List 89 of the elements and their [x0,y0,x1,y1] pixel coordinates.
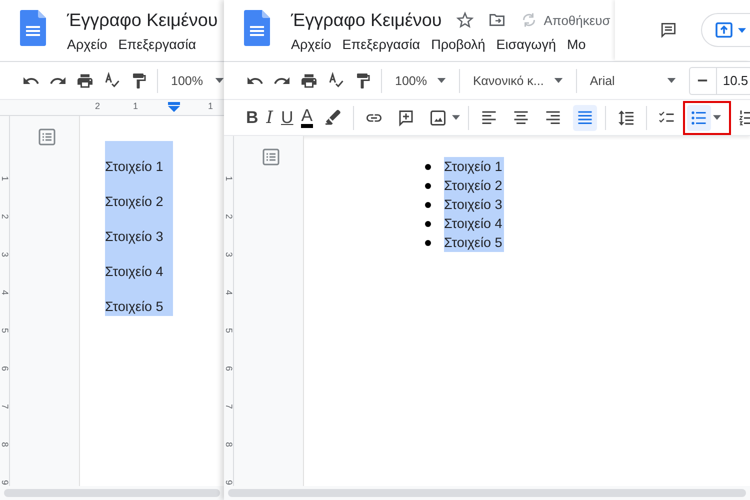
ruler-number: 1 [0,174,9,183]
ruler-number: 5 [224,326,233,335]
list-item: Στοιχείο 5 [444,233,504,252]
bullet-dot [425,240,431,246]
ruler-number: 1 [133,101,138,111]
list-item: Στοιχείο 5 [105,281,173,316]
italic-button[interactable]: I [266,108,273,128]
scrollbar[interactable] [228,489,746,497]
dropdown[interactable]: Arial [586,74,680,88]
caret-icon [436,78,446,83]
bullet-dot [425,182,431,188]
document-icon[interactable] [20,10,46,46]
menu-item[interactable]: Προβολή [431,37,486,52]
document-title[interactable]: Έγγραφο Κειμένου [67,10,218,30]
line-spacing-icon [616,108,635,126]
list-item: Στοιχείο 3 [444,195,504,214]
print-icon[interactable] [76,72,94,90]
ruler-number: 9 [224,478,233,486]
list-item: Στοιχείο 4 [105,246,173,281]
list-item: Στοιχείο 2 [105,176,173,211]
align-justify-icon [576,108,594,126]
bullet-dot [425,202,431,208]
menu-item[interactable]: Μο [567,37,586,52]
ruler-number: 7 [0,402,9,411]
align-center-icon [512,108,530,126]
print-icon[interactable] [300,72,318,90]
ruler-number: 8 [224,440,233,449]
outline-icon[interactable] [262,148,280,166]
paint-icon[interactable] [130,72,148,90]
bullets-icon [690,108,708,126]
color-button[interactable]: A [301,107,313,128]
menu-item[interactable]: Αρχείο [67,37,108,52]
highlighter-icon [324,108,342,126]
document-title[interactable]: Έγγραφο Κειμένου [291,10,442,30]
caret-icon [738,28,746,32]
list-item: Στοιχείο 1 [105,141,173,176]
indent-marker[interactable] [168,102,180,112]
ruler-number: 3 [0,250,9,259]
list-item: Στοιχείο 4 [444,214,504,233]
menu-item[interactable]: Επεξεργασία [118,37,196,52]
ruler-number: 1 [208,101,214,111]
upload-icon [714,21,734,39]
dropdown[interactable]: 100% [391,74,450,88]
bold-button[interactable]: B [246,108,258,128]
comment-icon [396,108,415,126]
ruler-number: 6 [224,364,233,373]
align-justify-button[interactable] [572,104,597,130]
paint-icon[interactable] [354,72,372,90]
dropdown[interactable]: 100% [167,74,224,88]
caret-icon[interactable] [712,115,721,120]
ruler-number: 2 [95,101,100,111]
align-left-icon [480,108,498,126]
dropdown[interactable]: Κανονικό κ... [468,74,567,88]
image-icon [428,108,447,126]
ruler-number: 3 [224,250,233,259]
ruler-number: 5 [0,326,9,335]
spellcheck-icon[interactable] [327,72,345,90]
ruler-number: 4 [0,288,9,297]
align-right-icon [544,108,562,126]
outline-icon[interactable] [38,128,56,146]
menu-item[interactable]: Αρχείο [291,37,332,52]
caret-icon [666,78,676,83]
ruler-number: 9 [0,478,9,486]
star-icon[interactable] [456,11,474,29]
ruler-number: 1 [224,174,233,183]
ruler-number: 2 [0,212,9,221]
document-icon[interactable] [244,10,270,46]
bullet-dot [425,164,431,170]
bullet-dot [425,220,431,226]
menu-item[interactable]: Επεξεργασία [342,37,420,52]
list-item: Στοιχείο 3 [105,211,173,246]
caret-icon [554,78,563,83]
bullets-button[interactable] [686,104,711,130]
ruler-number: 2 [224,212,233,221]
save-status: Αποθήκευσ [544,12,610,28]
list-item: Στοιχείο 2 [444,176,504,195]
folder-icon[interactable] [488,11,506,29]
share-button[interactable] [700,13,750,47]
ruler-number: 8 [0,440,9,449]
menu-item[interactable]: Εισαγωγή [496,37,556,52]
underline-button[interactable]: U [281,108,294,128]
ruler-number: 7 [224,402,233,411]
caret-icon[interactable] [452,115,460,120]
caret-icon [214,78,224,83]
ruler-number: 4 [224,288,233,297]
spellcheck-icon[interactable] [103,72,121,90]
list-item: Στοιχείο 1 [444,157,504,176]
scrollbar[interactable] [4,489,220,497]
ruler-number: 6 [0,364,9,373]
